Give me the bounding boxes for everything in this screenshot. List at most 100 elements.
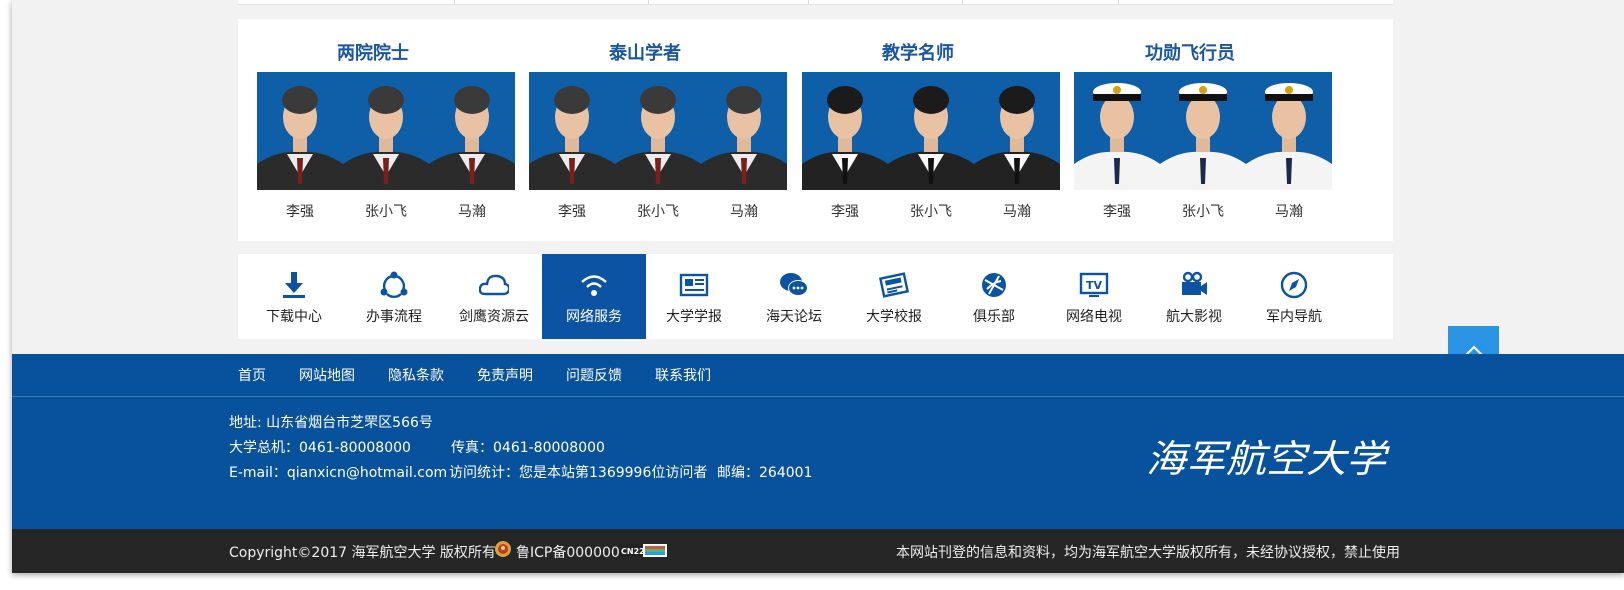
service-newspaper[interactable]: 大学校报: [842, 254, 946, 339]
service-label: 军内导航: [1266, 309, 1322, 325]
portrait-photo[interactable]: [974, 72, 1060, 190]
footer-postcode: 邮编：264001: [717, 465, 813, 481]
portrait-photo[interactable]: [802, 72, 888, 190]
service-cloud[interactable]: 剑鹰资源云: [442, 254, 546, 339]
person-silhouette-icon: [1160, 83, 1246, 190]
person-name[interactable]: 李强: [529, 201, 615, 221]
portrait-photo[interactable]: [343, 72, 429, 190]
footer-address: 地址: 山东省烟台市芝罘区566号: [229, 415, 433, 431]
service-label: 剑鹰资源云: [459, 309, 529, 325]
copyright-text: Copyright©2017 海军航空大学 版权所有: [229, 545, 496, 561]
service-label: 下载中心: [266, 309, 322, 325]
icp-link[interactable]: 鲁ICP备000000: [516, 542, 620, 562]
person-name[interactable]: 张小飞: [343, 201, 429, 221]
footer-divider: [12, 396, 1624, 397]
service-label: 办事流程: [366, 309, 422, 325]
cnzz-badge[interactable]: CN22: [619, 544, 667, 561]
compass-icon: [1280, 271, 1308, 299]
club-icon: [982, 273, 1006, 297]
portrait-photo[interactable]: [1246, 72, 1332, 190]
service-bar: 下载中心 办事流程 剑鹰资源云 网络服务 大学学报 海天论坛 大学校报 俱乐部 TV 网络电视 航大…: [238, 254, 1393, 339]
tv-icon: TV: [1079, 272, 1109, 297]
cnzz-badge-text: CN22: [621, 547, 645, 556]
person-name[interactable]: 马瀚: [1246, 201, 1332, 221]
person-name[interactable]: 张小飞: [888, 201, 974, 221]
group-title[interactable]: 两院院士: [238, 39, 508, 65]
video-camera-icon: [1182, 271, 1207, 295]
footer-nav-link[interactable]: 联系我们: [655, 365, 711, 385]
service-wifi[interactable]: 网络服务: [542, 254, 646, 339]
person-name[interactable]: 马瀚: [429, 201, 515, 221]
group-title[interactable]: 功勋飞行员: [1055, 39, 1325, 65]
service-chat[interactable]: 海天论坛: [742, 254, 846, 339]
group-title[interactable]: 泰山学者: [510, 39, 780, 65]
person-name[interactable]: 李强: [802, 201, 888, 221]
faculty-group: 泰山学者李强 张小飞 马瀚: [510, 19, 787, 241]
footer-nav-link[interactable]: 隐私条款: [388, 365, 444, 385]
service-label: 航大影视: [1166, 309, 1222, 325]
portrait-photo[interactable]: [888, 72, 974, 190]
person-name[interactable]: 李强: [1074, 201, 1160, 221]
person-silhouette-icon: [1074, 83, 1160, 190]
person-silhouette-icon: [429, 86, 515, 190]
portrait-photo[interactable]: [429, 72, 515, 190]
university-logo: 海军航空大学: [1146, 437, 1390, 481]
faculty-group: 功勋飞行员李强 张小飞 马瀚: [1055, 19, 1332, 241]
service-download[interactable]: 下载中心: [242, 254, 346, 339]
service-tv[interactable]: TV 网络电视: [1042, 254, 1146, 339]
faculty-group: 教学名师李强 张小飞 马瀚: [783, 19, 1060, 241]
police-badge-icon: [494, 540, 512, 562]
footer-fax: 传真：0461-80008000: [451, 440, 605, 456]
portrait-photo[interactable]: [529, 72, 615, 190]
footer-email[interactable]: E-mail：qianxicn@hotmail.com: [229, 462, 447, 482]
portrait-photo[interactable]: [1160, 72, 1246, 190]
footer-nav: 首页 网站地图 隐私条款 免责声明 问题反馈 联系我们: [238, 354, 744, 396]
person-name[interactable]: 李强: [257, 201, 343, 221]
person-silhouette-icon: [529, 86, 615, 190]
service-label: 大学校报: [866, 309, 922, 325]
person-name[interactable]: 张小飞: [615, 201, 701, 221]
faculty-showcase: 两院院士 李强 张小飞 马瀚 泰山学者 李强 张小飞 马瀚 教学名师 李强 张小飞 马瀚 功勋飞行员 李强…: [238, 19, 1393, 241]
logo-text: 海军航空大学: [1146, 437, 1390, 481]
wifi-icon: [581, 275, 607, 296]
footer-phone: 大学总机：0461-80008000: [229, 440, 411, 456]
group-title[interactable]: 教学名师: [783, 39, 1053, 65]
site-footer: 首页 网站地图 隐私条款 免责声明 问题反馈 联系我们 地址: 山东省烟台市芝罘区566号…: [12, 354, 1624, 529]
portrait-photo[interactable]: [1074, 72, 1160, 190]
newspaper-icon: [879, 272, 909, 298]
person-name[interactable]: 马瀚: [974, 201, 1060, 221]
footer-nav-link[interactable]: 问题反馈: [566, 365, 622, 385]
person-silhouette-icon: [802, 86, 888, 190]
portrait-photo[interactable]: [257, 72, 343, 190]
service-club[interactable]: 俱乐部: [942, 254, 1046, 339]
portrait-photo[interactable]: [701, 72, 787, 190]
workflow-icon: [380, 271, 408, 299]
footer-nav-link[interactable]: 网站地图: [299, 365, 355, 385]
portrait-photo[interactable]: [615, 72, 701, 190]
cloud-icon: [479, 274, 509, 296]
person-silhouette-icon: [1246, 83, 1332, 190]
page-frame: 两院院士 李强 张小飞 马瀚 泰山学者 李强 张小飞 马瀚 教学名师 李强 张小飞 马瀚 功勋飞行员 李强…: [12, 0, 1624, 573]
download-icon: [283, 272, 305, 298]
footer-nav-link[interactable]: 免责声明: [477, 365, 533, 385]
service-label: 海天论坛: [766, 309, 822, 325]
footer-nav-link[interactable]: 首页: [238, 365, 266, 385]
service-label: 俱乐部: [973, 309, 1015, 325]
person-name[interactable]: 张小飞: [1160, 201, 1246, 221]
chat-icon: [780, 273, 808, 296]
service-compass[interactable]: 军内导航: [1242, 254, 1346, 339]
person-silhouette-icon: [701, 86, 787, 190]
service-label: 网络服务: [566, 309, 622, 325]
svg-text:TV: TV: [1086, 279, 1103, 292]
footer-visit-counter: 访问统计：您是本站第1369996位访问者: [449, 465, 708, 481]
person-name[interactable]: 马瀚: [701, 201, 787, 221]
journal-icon: [679, 273, 709, 297]
person-silhouette-icon: [615, 86, 701, 190]
service-journal[interactable]: 大学学报: [642, 254, 746, 339]
service-label: 大学学报: [666, 309, 722, 325]
rights-notice: 本网站刊登的信息和资料，均为海军航空大学版权所有，未经协议授权，禁止使用: [896, 545, 1400, 561]
person-silhouette-icon: [343, 86, 429, 190]
copyright-bar: Copyright©2017 海军航空大学 版权所有 鲁ICP备000000 C…: [12, 529, 1624, 573]
service-workflow[interactable]: 办事流程: [342, 254, 446, 339]
service-video-camera[interactable]: 航大影视: [1142, 254, 1246, 339]
